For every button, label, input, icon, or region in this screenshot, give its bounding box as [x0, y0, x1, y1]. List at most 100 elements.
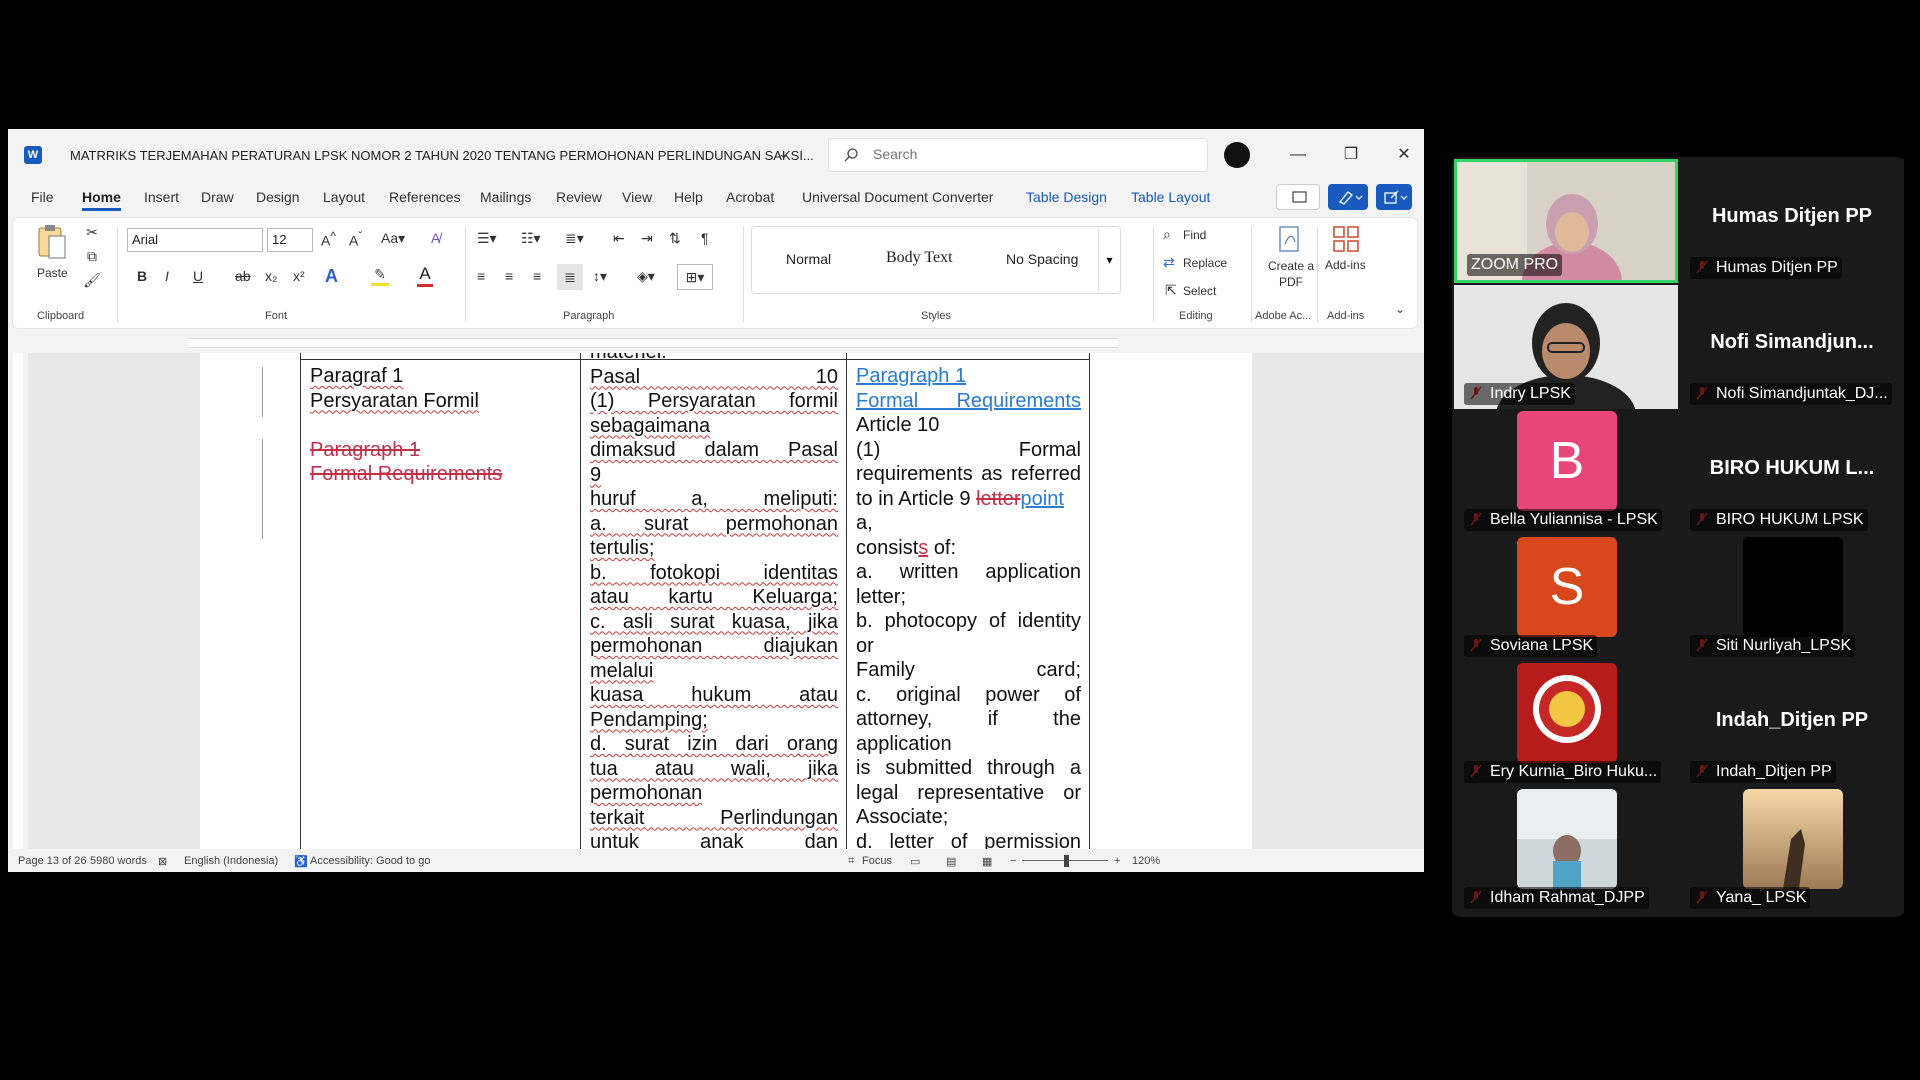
- print-layout-icon[interactable]: ▤: [946, 855, 956, 868]
- search-box[interactable]: [828, 138, 1208, 172]
- collapse-ribbon-icon[interactable]: ⌄: [1395, 302, 1405, 316]
- tab-table-design[interactable]: Table Design: [1026, 189, 1107, 205]
- search-input[interactable]: [873, 146, 1173, 162]
- zoom-in-icon[interactable]: +: [1114, 855, 1120, 867]
- word-count[interactable]: 5980 words: [90, 855, 147, 867]
- numbering-icon[interactable]: ☷▾: [521, 230, 541, 247]
- proofing-icon[interactable]: ⊠: [158, 855, 167, 868]
- select-button[interactable]: Select: [1183, 284, 1216, 298]
- close-button[interactable]: ✕: [1389, 141, 1419, 169]
- subscript-icon[interactable]: x₂: [265, 268, 277, 284]
- web-layout-icon[interactable]: ▦: [982, 855, 992, 868]
- participant-tile[interactable]: ZOOM PRO: [1454, 159, 1678, 283]
- focus-button[interactable]: Focus: [862, 855, 892, 867]
- zoom-slider-thumb[interactable]: [1064, 855, 1069, 867]
- account-avatar[interactable]: [1224, 142, 1250, 168]
- editing-mode-button[interactable]: [1328, 184, 1368, 210]
- bullets-icon[interactable]: ☰▾: [477, 230, 497, 247]
- tab-mailings[interactable]: Mailings: [480, 189, 531, 205]
- font-name-combo[interactable]: Arial: [127, 228, 263, 252]
- align-left-icon[interactable]: ≡: [477, 268, 485, 284]
- sort-icon[interactable]: ⇅: [669, 230, 681, 247]
- tab-help[interactable]: Help: [674, 189, 703, 205]
- show-marks-icon[interactable]: ¶: [701, 230, 709, 246]
- decrease-indent-icon[interactable]: ⇤: [613, 230, 625, 247]
- document-page[interactable]: Paragraf 1 Persyaratan Formil Paragraph …: [200, 353, 1252, 849]
- participant-tile[interactable]: Indah_Ditjen PP Indah_Ditjen PP: [1680, 663, 1904, 787]
- horizontal-ruler[interactable]: [8, 333, 1424, 353]
- table-cell-indonesian[interactable]: materiel. Pasal 10(1) Persyaratan formil…: [590, 353, 838, 849]
- comments-button[interactable]: [1276, 184, 1320, 210]
- underline-icon[interactable]: U: [193, 268, 203, 284]
- tab-home[interactable]: Home: [82, 189, 121, 211]
- tab-universal-document-converter[interactable]: Universal Document Converter: [802, 189, 993, 205]
- paste-icon[interactable]: [35, 224, 69, 262]
- restore-button[interactable]: ❐: [1336, 141, 1366, 169]
- focus-icon[interactable]: ⌗: [848, 855, 854, 868]
- cut-icon[interactable]: ✂: [83, 224, 101, 241]
- tab-review[interactable]: Review: [556, 189, 602, 205]
- document-title[interactable]: MATRRIKS TERJEMAHAN PERATURAN LPSK NOMOR…: [70, 148, 814, 163]
- text-effects-icon[interactable]: A: [325, 266, 338, 287]
- tab-file[interactable]: File: [31, 189, 54, 205]
- tab-references[interactable]: References: [389, 189, 461, 205]
- read-mode-icon[interactable]: ▭: [910, 855, 920, 868]
- vertical-ruler[interactable]: [8, 353, 28, 849]
- align-right-icon[interactable]: ≡: [533, 268, 541, 284]
- table-cell-heading[interactable]: Paragraf 1 Persyaratan Formil Paragraph …: [310, 364, 572, 849]
- replace-icon[interactable]: ⇄: [1163, 254, 1175, 271]
- line-spacing-icon[interactable]: ↕▾: [593, 268, 607, 285]
- replace-button[interactable]: Replace: [1183, 256, 1227, 270]
- tab-layout[interactable]: Layout: [323, 189, 365, 205]
- justify-icon[interactable]: ≣: [557, 264, 583, 290]
- chevron-down-icon[interactable]: ⌄: [778, 145, 790, 162]
- tab-insert[interactable]: Insert: [144, 189, 179, 205]
- font-color-icon[interactable]: A: [417, 264, 433, 287]
- font-size-combo[interactable]: 12: [267, 228, 313, 252]
- style-normal[interactable]: Normal: [786, 251, 831, 267]
- styles-expand-icon[interactable]: ▾: [1098, 227, 1120, 293]
- borders-icon[interactable]: ⊞▾: [677, 264, 713, 290]
- italic-icon[interactable]: I: [165, 268, 169, 284]
- participant-tile[interactable]: BIRO HUKUM L... BIRO HUKUM LPSK: [1680, 411, 1904, 535]
- accessibility-icon[interactable]: ♿: [294, 855, 308, 868]
- copy-icon[interactable]: ⧉: [83, 248, 101, 265]
- highlight-icon[interactable]: ✎: [371, 266, 389, 286]
- align-center-icon[interactable]: ≡: [505, 268, 513, 284]
- find-icon[interactable]: ⌕: [1163, 226, 1171, 243]
- select-icon[interactable]: ⇱: [1165, 282, 1177, 299]
- tab-view[interactable]: View: [622, 189, 652, 205]
- participant-tile[interactable]: Humas Ditjen PP Humas Ditjen PP: [1680, 159, 1904, 283]
- accessibility-status[interactable]: Accessibility: Good to go: [310, 855, 430, 867]
- tab-draw[interactable]: Draw: [201, 189, 234, 205]
- participant-tile[interactable]: B Bella Yuliannisa - LPSK: [1454, 411, 1678, 535]
- shrink-font-icon[interactable]: Aˇ: [349, 230, 362, 249]
- page-count[interactable]: Page 13 of 26: [18, 855, 87, 867]
- add-ins-icon[interactable]: [1331, 224, 1361, 254]
- tab-table-layout[interactable]: Table Layout: [1131, 189, 1210, 205]
- shading-icon[interactable]: ◈▾: [637, 268, 655, 285]
- clear-formatting-icon[interactable]: A̸: [431, 230, 440, 246]
- change-case-icon[interactable]: Aa▾: [381, 230, 405, 247]
- share-button[interactable]: [1376, 184, 1412, 210]
- language[interactable]: English (Indonesia): [184, 855, 278, 867]
- format-painter-icon[interactable]: 🖌: [83, 272, 101, 289]
- style-no-spacing[interactable]: No Spacing: [1006, 251, 1078, 267]
- create-pdf-button[interactable]: Create a PDF: [1263, 258, 1319, 290]
- style-body-text[interactable]: Body Text: [886, 249, 953, 267]
- strikethrough-icon[interactable]: ab: [235, 268, 251, 284]
- find-button[interactable]: Find: [1183, 228, 1206, 242]
- paste-label[interactable]: Paste: [37, 266, 68, 280]
- bold-icon[interactable]: B: [137, 268, 147, 284]
- participant-tile[interactable]: Ery Kurnia_Biro Huku...: [1454, 663, 1678, 787]
- tab-design[interactable]: Design: [256, 189, 300, 205]
- tab-acrobat[interactable]: Acrobat: [726, 189, 774, 205]
- participant-tile[interactable]: Idham Rahmat_DJPP: [1454, 789, 1678, 913]
- zoom-level[interactable]: 120%: [1132, 855, 1160, 867]
- superscript-icon[interactable]: x²: [293, 268, 305, 284]
- add-ins-button[interactable]: Add-ins: [1325, 258, 1366, 272]
- grow-font-icon[interactable]: A^: [321, 230, 336, 249]
- participant-tile[interactable]: Yana_ LPSK: [1680, 789, 1904, 913]
- create-pdf-icon[interactable]: [1275, 224, 1305, 254]
- table-cell-english[interactable]: Paragraph 1 Formal Requirements Article …: [856, 364, 1081, 849]
